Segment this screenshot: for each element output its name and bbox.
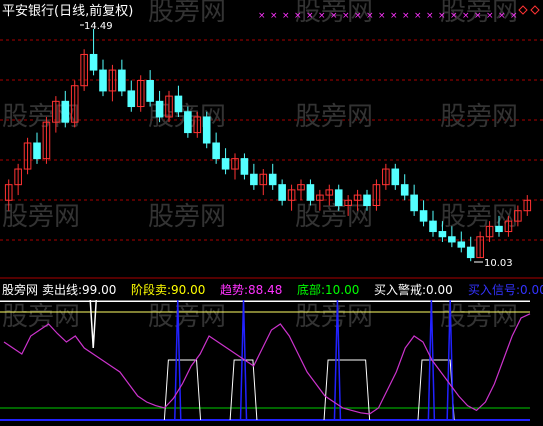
top-x-marker: × — [486, 11, 494, 21]
watermark-text: 股旁网 — [295, 102, 373, 132]
candle-body[interactable] — [410, 194, 418, 212]
top-x-marker: × — [450, 11, 458, 21]
top-x-marker: × — [378, 11, 386, 21]
watermark-text: 股旁网 — [440, 102, 518, 132]
watermark-text: 股旁网 — [2, 202, 80, 232]
top-x-marker: × — [438, 11, 446, 21]
top-x-marker: × — [426, 11, 434, 21]
top-x-marker: × — [270, 11, 278, 21]
candle-body[interactable] — [118, 69, 126, 92]
top-x-marker: × — [342, 11, 350, 21]
top-x-marker: × — [366, 11, 374, 21]
candle-body[interactable] — [466, 246, 475, 259]
candle-body[interactable] — [268, 173, 277, 186]
top-x-marker: × — [390, 11, 398, 21]
candle-body[interactable] — [400, 184, 409, 196]
candle-body[interactable] — [419, 210, 428, 222]
top-markers: × × × × × × × × × × × × × × × × × × × × × × — [258, 11, 518, 21]
candle-body[interactable] — [391, 168, 400, 186]
top-x-marker: × — [498, 11, 506, 21]
candle-body[interactable] — [495, 225, 503, 233]
candle-body[interactable] — [212, 142, 220, 160]
top-x-marker: × — [474, 11, 482, 21]
candle-body[interactable] — [457, 241, 466, 248]
top-x-marker: × — [282, 11, 290, 21]
price-low-label: 10.03 — [484, 258, 513, 269]
candle-body[interactable] — [334, 189, 343, 206]
candle-body[interactable] — [155, 100, 164, 118]
indicator-item: 阶段卖:90.00 — [131, 282, 205, 297]
candle-body[interactable] — [240, 158, 249, 175]
watermark-text: 股旁网 — [148, 302, 226, 332]
price-high-label: 14.49 — [84, 21, 113, 32]
top-x-marker: × — [294, 11, 302, 21]
candle-body[interactable] — [61, 100, 70, 123]
candle-body[interactable] — [429, 220, 437, 233]
candle-body[interactable] — [184, 111, 192, 134]
corner-diamonds — [518, 5, 540, 15]
top-x-marker: × — [510, 11, 518, 21]
candle-body[interactable] — [438, 231, 447, 238]
candle-body[interactable] — [89, 53, 98, 71]
chart-title: 平安银行(日线,前复权) — [2, 3, 133, 19]
watermark-text: 股旁网 — [295, 302, 373, 332]
candle-body[interactable] — [448, 236, 456, 243]
indicator-name: 股旁网 — [2, 282, 38, 297]
candle-body[interactable] — [278, 184, 286, 201]
indicator-item: 底部:10.00 — [297, 282, 359, 297]
top-x-marker: × — [414, 11, 422, 21]
candle-body[interactable] — [363, 194, 371, 206]
top-x-marker: × — [402, 11, 410, 21]
watermark-text: 股旁网 — [148, 202, 226, 232]
watermark-text: 股旁网 — [295, 202, 373, 232]
candlestick-series[interactable] — [4, 24, 532, 263]
buy-alert-zone — [323, 359, 371, 421]
candle-body[interactable] — [146, 80, 154, 102]
buy-alert-zone — [163, 359, 202, 421]
watermark-text: 股旁网 — [2, 302, 80, 332]
top-x-marker: × — [306, 11, 314, 21]
top-x-marker: × — [354, 11, 362, 21]
watermark-text: 股旁网 — [148, 0, 226, 27]
candle-body[interactable] — [250, 173, 258, 186]
candle-body[interactable] — [306, 184, 315, 201]
candle-body[interactable] — [174, 95, 183, 113]
candle-body[interactable] — [202, 116, 211, 144]
candle-body[interactable] — [127, 90, 136, 108]
indicator-item: 买入信号:0.00 — [468, 283, 543, 297]
buy-alert-zone — [229, 359, 258, 421]
stock-chart[interactable]: 股旁网 股旁网 股旁网股旁网 股旁网 股旁网股旁网 股旁网 股旁网 股旁网股旁网 股旁网 股旁网股… — [0, 0, 543, 426]
candle-body[interactable] — [33, 142, 41, 160]
sell-signal-spike — [89, 299, 97, 349]
indicator-legend: 股旁网 卖出线:99.00 阶段卖:90.00 趋势:88.48 底部:10.00 买入警… — [2, 282, 543, 297]
top-x-marker: × — [318, 11, 326, 21]
top-x-marker: × — [258, 11, 266, 21]
candle-body[interactable] — [99, 69, 107, 92]
indicator-item: 卖出线:99.00 — [42, 283, 116, 297]
top-x-marker: × — [330, 11, 338, 21]
indicator-item: 趋势:88.48 — [220, 283, 282, 297]
candle-body[interactable] — [221, 158, 230, 170]
watermark-text: 股旁网 — [440, 302, 518, 332]
top-x-marker: × — [462, 11, 470, 21]
indicator-item: 买入警戒:0.00 — [374, 282, 453, 297]
